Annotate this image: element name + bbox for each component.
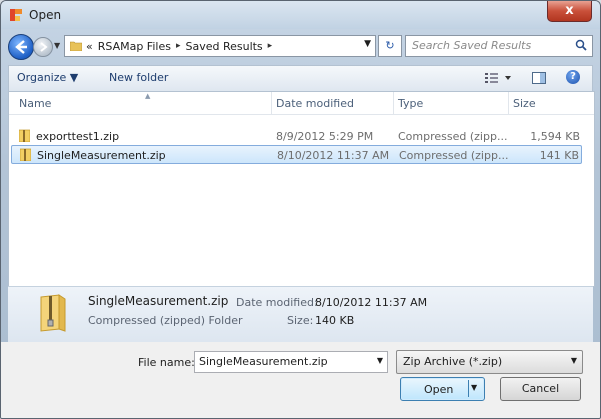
zip-folder-icon xyxy=(19,129,30,142)
file-row-selected[interactable]: SingleMeasurement.zip 8/10/2012 11:37 AM… xyxy=(11,145,582,164)
title-bar[interactable]: Open x xyxy=(1,1,600,29)
recent-locations-dropdown[interactable]: ▼ xyxy=(54,41,60,50)
column-header-type[interactable]: Type xyxy=(398,97,423,110)
zip-folder-icon xyxy=(20,148,31,161)
close-button[interactable]: x xyxy=(547,1,592,22)
sort-ascending-icon: ▲ xyxy=(145,92,151,100)
breadcrumb-separator[interactable]: ▸ xyxy=(176,41,181,51)
details-file-name: SingleMeasurement.zip xyxy=(88,294,229,308)
help-icon[interactable]: ? xyxy=(566,70,580,84)
address-bar[interactable]: « RSAMap Files ▸ Saved Results ▸ ▼ xyxy=(64,35,376,57)
file-date: 8/10/2012 11:37 AM xyxy=(277,149,390,162)
details-size-value: 140 KB xyxy=(315,314,355,327)
breadcrumb-separator[interactable]: ▸ xyxy=(268,41,273,51)
forward-arrow-icon xyxy=(40,42,48,52)
file-size: 141 KB xyxy=(539,149,579,162)
address-row: ▼ « RSAMap Files ▸ Saved Results ▸ ▼ ↻ S… xyxy=(8,33,593,60)
details-pane: SingleMeasurement.zip Compressed (zipped… xyxy=(8,286,593,342)
back-arrow-icon xyxy=(15,40,27,54)
back-button[interactable] xyxy=(8,34,34,60)
details-date-value: 8/10/2012 11:37 AM xyxy=(315,296,428,309)
folder-icon xyxy=(70,41,82,51)
command-bar: Organize ▼ New folder ? xyxy=(8,65,593,92)
breadcrumb-rsamap-files[interactable]: RSAMap Files xyxy=(98,40,171,53)
open-button-label: Open xyxy=(424,383,454,396)
file-type-filter[interactable]: Zip Archive (*.zip) ▼ xyxy=(396,350,583,374)
views-icon[interactable] xyxy=(483,70,515,86)
file-name-value: SingleMeasurement.zip xyxy=(199,355,328,368)
column-divider[interactable] xyxy=(508,92,509,114)
breadcrumb-overflow[interactable]: « xyxy=(86,40,93,53)
zip-folder-large-icon xyxy=(40,294,66,332)
open-options-dropdown[interactable]: ▼ xyxy=(471,383,477,392)
breadcrumb-saved-results[interactable]: Saved Results xyxy=(185,40,262,53)
file-name: exporttest1.zip xyxy=(36,130,120,143)
column-header-name[interactable]: Name xyxy=(19,97,51,110)
preview-pane-icon[interactable] xyxy=(531,70,547,86)
details-file-type: Compressed (zipped) Folder xyxy=(88,314,243,327)
file-row[interactable]: exporttest1.zip 8/9/2012 5:29 PM Compres… xyxy=(11,127,582,145)
address-dropdown[interactable]: ▼ xyxy=(364,39,371,49)
cancel-button[interactable]: Cancel xyxy=(500,377,581,401)
open-dialog: Open x ▼ « RSAMap Files ▸ Saved Results … xyxy=(0,0,601,419)
file-type: Compressed (zipp... xyxy=(398,130,508,143)
column-divider[interactable] xyxy=(393,92,394,114)
file-type: Compressed (zipp... xyxy=(399,149,509,162)
new-folder-button[interactable]: New folder xyxy=(109,71,168,84)
search-placeholder: Search Saved Results xyxy=(412,39,532,52)
file-list: ▲ Name Date modified Type Size exporttes… xyxy=(8,91,595,287)
forward-button[interactable] xyxy=(33,37,53,57)
column-headers: ▲ Name Date modified Type Size xyxy=(9,92,594,115)
organize-button[interactable]: Organize ▼ xyxy=(17,71,78,84)
app-icon xyxy=(10,9,22,21)
dialog-footer: File name: SingleMeasurement.zip ▼ Zip A… xyxy=(1,342,600,418)
open-button[interactable]: Open ▼ xyxy=(400,377,485,401)
window-title: Open xyxy=(29,8,62,22)
file-name-label: File name: xyxy=(138,356,195,369)
file-name: SingleMeasurement.zip xyxy=(37,149,166,162)
search-icon[interactable] xyxy=(575,39,587,51)
refresh-button[interactable]: ↻ xyxy=(378,35,402,57)
file-name-dropdown[interactable]: ▼ xyxy=(377,356,383,365)
column-divider[interactable] xyxy=(271,92,272,114)
file-date: 8/9/2012 5:29 PM xyxy=(276,130,374,143)
column-header-size[interactable]: Size xyxy=(513,97,536,110)
file-name-input[interactable]: SingleMeasurement.zip ▼ xyxy=(194,351,388,373)
search-input[interactable]: Search Saved Results xyxy=(405,35,593,57)
chevron-down-icon: ▼ xyxy=(570,356,577,365)
split-divider xyxy=(468,380,469,397)
column-header-date-modified[interactable]: Date modified xyxy=(276,97,354,110)
details-size-label: Size: xyxy=(287,314,314,327)
file-type-filter-value: Zip Archive (*.zip) xyxy=(403,355,503,368)
file-size: 1,594 KB xyxy=(530,130,580,143)
details-date-label: Date modified: xyxy=(236,296,318,309)
